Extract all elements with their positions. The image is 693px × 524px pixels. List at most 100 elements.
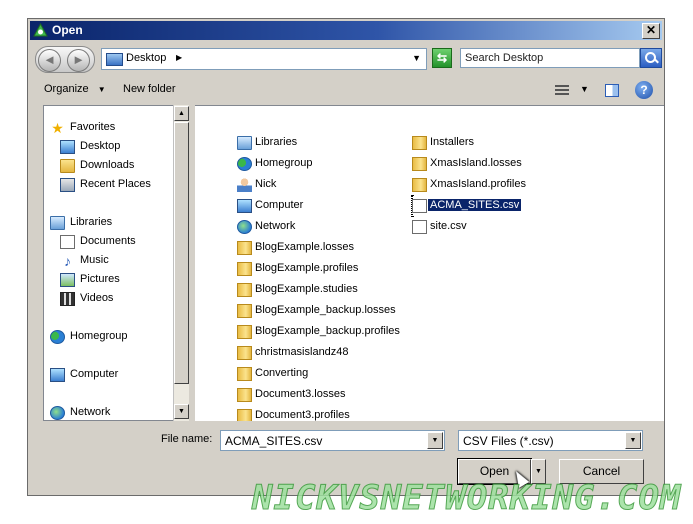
- view-options-icon[interactable]: [555, 85, 569, 97]
- file-list-item-label: Document3.profiles: [255, 409, 350, 421]
- desktop-icon: [106, 53, 123, 66]
- star-icon: ★: [51, 120, 64, 136]
- recent-places-icon: [60, 178, 75, 192]
- nav-label: Favorites: [70, 121, 116, 133]
- file-list: Libraries Homegroup Nick Computer Network Blo…: [195, 105, 664, 421]
- new-folder-button[interactable]: New folder: [123, 83, 176, 95]
- file-name-label: File name:: [161, 433, 213, 445]
- search-handle: [654, 58, 659, 64]
- file-list-item-label: Computer: [255, 199, 304, 211]
- file-list-item-label: Converting: [255, 367, 309, 379]
- downloads-folder-icon: [60, 159, 75, 173]
- scroll-up-icon[interactable]: ▲: [174, 106, 189, 121]
- history-buttons: ◄ ►: [35, 46, 95, 73]
- csv-file-icon: [412, 199, 427, 213]
- search-lens: [645, 52, 656, 63]
- folder-icon: [237, 262, 252, 276]
- search-icon[interactable]: [640, 48, 662, 68]
- file-list-item-label: Document3.losses: [255, 388, 346, 400]
- network-icon: [237, 220, 252, 234]
- back-button[interactable]: ◄: [38, 49, 61, 72]
- file-list-item-label: XmasIsland.losses: [430, 157, 522, 169]
- folder-icon: [412, 157, 427, 171]
- nav-label: Music: [80, 254, 109, 266]
- file-list-item-label: BlogExample.losses: [255, 241, 355, 253]
- folder-icon: [237, 283, 252, 297]
- navigation-scrollbar[interactable]: ▲ ▼: [173, 105, 189, 421]
- user-icon: [237, 178, 252, 192]
- file-list-item-label: ACMA_SITES.csv: [428, 199, 522, 211]
- nav-label: Documents: [80, 235, 136, 247]
- preview-pane-icon[interactable]: [605, 84, 619, 97]
- file-list-item-label: Network: [255, 220, 296, 232]
- folder-icon: [237, 409, 252, 421]
- organize-dropdown-icon: ▼: [97, 85, 106, 94]
- scroll-down-icon[interactable]: ▼: [174, 404, 189, 419]
- file-name-value: ACMA_SITES.csv: [225, 434, 323, 448]
- videos-icon: [60, 292, 75, 306]
- file-list-item-label: christmasislandz48: [255, 346, 349, 358]
- computer-icon: [50, 368, 65, 382]
- nav-label: Pictures: [80, 273, 120, 285]
- search-placeholder: Search Desktop: [465, 52, 544, 64]
- libraries-icon: [237, 136, 252, 150]
- refresh-button[interactable]: ⇆: [432, 48, 452, 68]
- file-name-input[interactable]: ACMA_SITES.csv ▼: [220, 430, 445, 451]
- file-list-item-label: BlogExample.profiles: [255, 262, 359, 274]
- file-list-item-label: Libraries: [255, 136, 298, 148]
- folder-icon: [237, 367, 252, 381]
- nav-label: Homegroup: [70, 330, 128, 342]
- folder-icon: [237, 304, 252, 318]
- documents-icon: [60, 235, 75, 249]
- folder-icon: [237, 346, 252, 360]
- nav-label: Libraries: [70, 216, 113, 228]
- file-type-dropdown-icon[interactable]: ▼: [625, 432, 641, 449]
- file-list-item-label: Nick: [255, 178, 277, 190]
- csv-file-icon: [412, 220, 427, 234]
- file-list-item-label: Homegroup: [255, 157, 313, 169]
- file-type-select[interactable]: CSV Files (*.csv) ▼: [458, 430, 643, 451]
- toolbar: Organize ▼ New folder ▼ ?: [32, 77, 660, 105]
- file-list-item-label: Installers: [430, 136, 475, 148]
- nav-label: Network: [70, 406, 111, 418]
- homegroup-icon: [237, 157, 252, 171]
- navigation-pane: ★ Favorites Desktop Downloads Recent Pla…: [43, 105, 189, 421]
- address-dropdown-icon[interactable]: ▼: [412, 53, 421, 63]
- help-icon[interactable]: ?: [635, 81, 653, 99]
- navigation-bar: ◄ ► Desktop ▶ ▼ ⇆ Search Desktop: [32, 44, 662, 74]
- desktop-icon: [60, 140, 75, 154]
- app-icon: [33, 23, 48, 37]
- window-title: Open: [52, 23, 83, 37]
- file-list-item-label: BlogExample_backup.losses: [255, 304, 396, 316]
- nav-label: Downloads: [80, 159, 135, 171]
- search-input[interactable]: Search Desktop: [460, 48, 640, 68]
- homegroup-icon: [50, 330, 65, 344]
- title-bar[interactable]: Open ✕: [30, 21, 662, 40]
- file-name-dropdown-icon[interactable]: ▼: [427, 432, 443, 449]
- file-type-value: CSV Files (*.csv): [463, 434, 554, 448]
- address-location[interactable]: Desktop: [126, 52, 166, 64]
- computer-icon: [237, 199, 252, 213]
- open-dialog: Open ✕ ◄ ► Desktop ▶ ▼ ⇆ Search Desktop …: [27, 18, 665, 496]
- music-icon: ♪: [64, 253, 71, 269]
- libraries-icon: [50, 216, 65, 230]
- view-dropdown-icon[interactable]: ▼: [580, 84, 589, 94]
- forward-button[interactable]: ►: [67, 49, 90, 72]
- nav-label: Computer: [70, 368, 119, 380]
- address-bar[interactable]: Desktop ▶ ▼: [101, 48, 427, 70]
- network-icon: [50, 406, 65, 420]
- scroll-thumb[interactable]: [174, 122, 189, 384]
- file-list-item-label: BlogExample.studies: [255, 283, 358, 295]
- file-list-item-label: site.csv: [430, 220, 467, 232]
- file-list-item-label: BlogExample_backup.profiles: [255, 325, 400, 337]
- organize-label: Organize: [44, 83, 89, 95]
- folder-icon: [237, 325, 252, 339]
- watermark-text: NICKVSNETWORKING.COM: [251, 478, 682, 519]
- nav-label: Recent Places: [80, 178, 151, 190]
- pictures-icon: [60, 273, 75, 287]
- organize-button[interactable]: Organize ▼: [44, 83, 106, 95]
- nav-label: Videos: [80, 292, 114, 304]
- folder-icon: [237, 241, 252, 255]
- close-icon[interactable]: ✕: [642, 23, 660, 39]
- breadcrumb-arrow-icon[interactable]: ▶: [176, 53, 182, 62]
